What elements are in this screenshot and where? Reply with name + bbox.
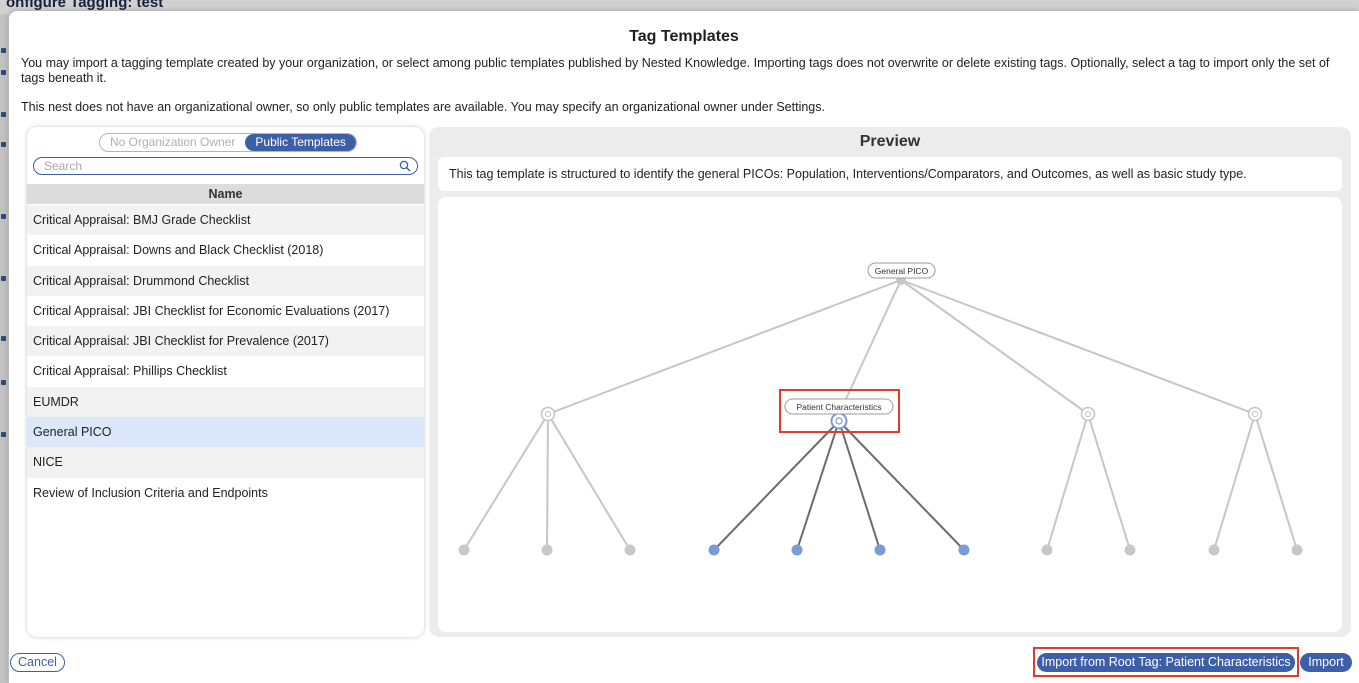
tree-leaf-node[interactable]: [458, 544, 470, 556]
preview-description: This tag template is structured to ident…: [438, 157, 1342, 191]
modal-intro-text: You may import a tagging template create…: [21, 56, 1330, 85]
tree-edge: [900, 279, 1089, 415]
tree-edge: [547, 413, 631, 551]
toggle-public-templates[interactable]: Public Templates: [245, 134, 356, 151]
name-column-header[interactable]: Name: [27, 184, 424, 204]
tree-intermediate-node[interactable]: [540, 406, 556, 422]
tree-leaf-node[interactable]: [1208, 544, 1220, 556]
toggle-no-organization-owner[interactable]: No Organization Owner: [100, 134, 245, 151]
cancel-button[interactable]: Cancel: [10, 653, 65, 672]
owner-note-text: This nest does not have an organizationa…: [21, 100, 825, 114]
template-list-item[interactable]: Review of Inclusion Criteria and Endpoin…: [27, 478, 424, 508]
tag-templates-modal: Tag Templates You may import a tagging t…: [9, 11, 1359, 683]
tree-edge: [546, 413, 549, 551]
template-list-item[interactable]: NICE: [27, 447, 424, 478]
template-search: [33, 157, 418, 175]
tree-edge-selected: [838, 420, 881, 551]
tree-intermediate-node[interactable]: [1080, 406, 1096, 422]
tree-edge: [1254, 413, 1298, 551]
search-input[interactable]: [44, 159, 384, 173]
tree-edge: [463, 413, 549, 551]
tree-leaf-node-selected[interactable]: [958, 544, 970, 556]
tree-edge-selected: [796, 420, 840, 551]
import-button[interactable]: Import: [1300, 653, 1352, 672]
tree-leaf-node-selected[interactable]: [874, 544, 886, 556]
selected-tag-label: Patient Characteristics: [796, 402, 881, 412]
search-icon[interactable]: [399, 159, 411, 177]
template-list-item[interactable]: Critical Appraisal: JBI Checklist for Pr…: [27, 326, 424, 357]
template-source-toggle: No Organization Owner Public Templates: [99, 133, 357, 152]
tree-edge: [900, 279, 1256, 415]
tree-edge: [1046, 413, 1089, 551]
tag-tree-preview: General PICO Patient Characteristics: [438, 197, 1342, 632]
tree-intermediate-node[interactable]: [1247, 406, 1263, 422]
root-tag-label: General PICO: [875, 266, 929, 276]
template-list-item[interactable]: EUMDR: [27, 386, 424, 418]
preview-panel: Preview This tag template is structured …: [429, 127, 1351, 637]
tree-leaf-node[interactable]: [541, 544, 553, 556]
template-list-item[interactable]: Critical Appraisal: JBI Checklist for Ec…: [27, 296, 424, 326]
template-list-item[interactable]: Critical Appraisal: Drummond Checklist: [27, 265, 424, 296]
template-list-item[interactable]: Critical Appraisal: Downs and Black Chec…: [27, 235, 424, 265]
tree-leaf-node[interactable]: [1124, 544, 1136, 556]
tree-leaf-node[interactable]: [1041, 544, 1053, 556]
template-list-item[interactable]: Critical Appraisal: Phillips Checklist: [27, 356, 424, 386]
tree-leaf-node-selected[interactable]: [708, 544, 720, 556]
tree-edge-selected: [838, 420, 965, 551]
tree-leaf-node[interactable]: [624, 544, 636, 556]
tree-edge-selected: [713, 420, 840, 551]
tree-leaf-node-selected[interactable]: [791, 544, 803, 556]
template-list-panel: No Organization Owner Public Templates N…: [27, 127, 424, 637]
import-from-root-tag-button[interactable]: Import from Root Tag: Patient Characteri…: [1037, 653, 1295, 672]
template-list-item[interactable]: Critical Appraisal: BMJ Grade Checklist: [27, 205, 424, 236]
tree-leaf-node[interactable]: [1291, 544, 1303, 556]
template-list: Critical Appraisal: BMJ Grade Checklist …: [27, 205, 424, 508]
preview-title: Preview: [859, 133, 921, 150]
tree-edge: [1213, 413, 1256, 551]
tree-edge: [1087, 413, 1131, 551]
template-list-item-selected[interactable]: General PICO: [27, 417, 424, 448]
tag-tree-svg: General PICO Patient Characteristics: [458, 262, 1303, 556]
modal-title: Tag Templates: [629, 28, 739, 45]
tree-intermediate-node-selected[interactable]: [830, 412, 848, 430]
